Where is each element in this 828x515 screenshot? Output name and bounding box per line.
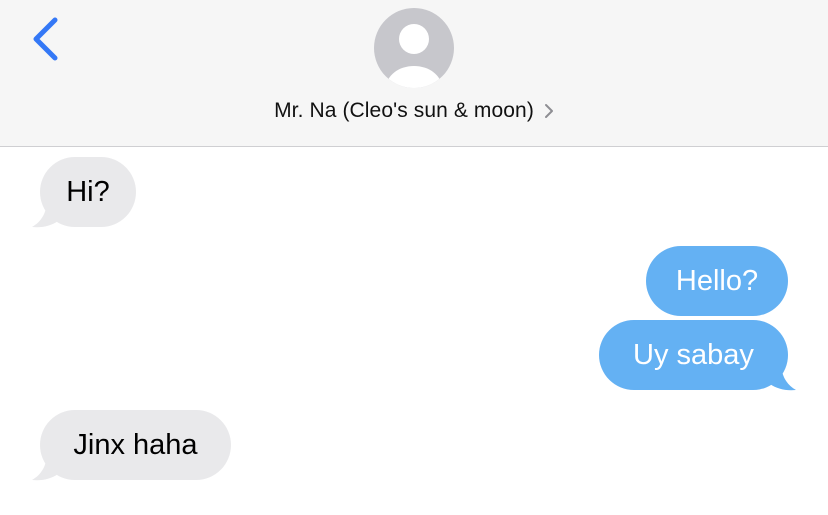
chevron-right-icon xyxy=(544,104,553,118)
message-text: Jinx haha xyxy=(73,428,198,461)
bubble-tail xyxy=(770,362,796,391)
message-text: Hello? xyxy=(675,264,759,297)
chevron-left-icon xyxy=(33,17,58,61)
bubble-tail xyxy=(32,452,58,481)
contact-details-link[interactable]: Mr. Na (Cleo's sun & moon) xyxy=(0,96,828,126)
message-bubble-outgoing[interactable]: Hello? xyxy=(646,246,788,316)
contact-avatar[interactable] xyxy=(374,8,454,88)
message-text: Hi? xyxy=(66,175,110,208)
person-silhouette-icon xyxy=(386,24,442,88)
message-bubble-incoming[interactable]: Jinx haha xyxy=(40,410,231,480)
message-text: Uy sabay xyxy=(633,338,754,371)
message-bubble-outgoing[interactable]: Uy sabay xyxy=(599,320,788,390)
contact-name: Mr. Na (Cleo's sun & moon) xyxy=(274,99,534,122)
bubble-tail xyxy=(32,199,58,228)
back-button[interactable] xyxy=(22,14,72,68)
conversation-header: Mr. Na (Cleo's sun & moon) xyxy=(0,0,828,147)
